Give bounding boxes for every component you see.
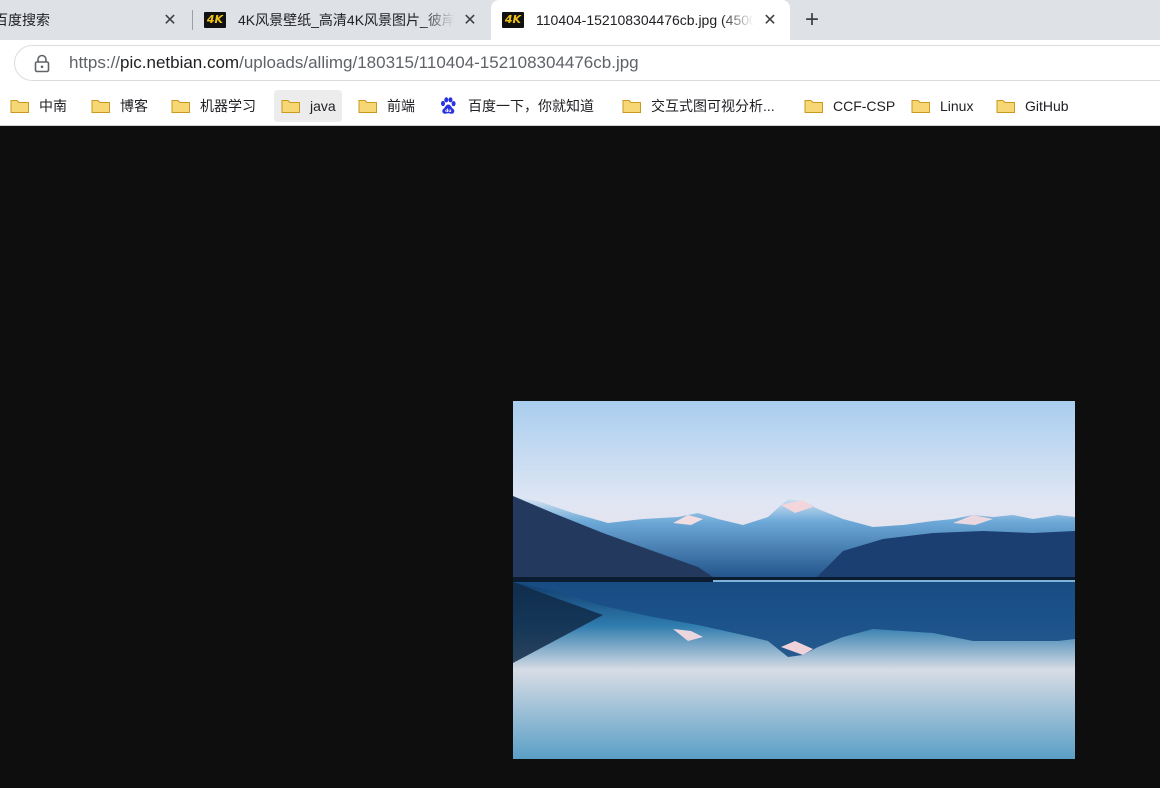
bookmark-label: 中南 — [39, 98, 67, 114]
browser-window: 百度搜索 ✕ 4K 4K风景壁纸_高清4K风景图片_彼岸图网 ✕ 4K 1104… — [0, 0, 1160, 788]
image-viewer-area — [0, 127, 1160, 788]
url-host: pic.netbian.com — [120, 53, 240, 72]
tab-title: 110404-152108304476cb.jpg (4500×2872) — [536, 12, 754, 28]
bookmark-github[interactable]: GitHub — [992, 90, 1073, 122]
toolbar: https://pic.netbian.com/uploads/allimg/1… — [0, 40, 1160, 86]
url-text[interactable]: https://pic.netbian.com/uploads/allimg/1… — [69, 53, 639, 73]
4k-icon: 4K — [502, 12, 524, 28]
tab-strip: 百度搜索 ✕ 4K 4K风景壁纸_高清4K风景图片_彼岸图网 ✕ 4K 1104… — [0, 0, 1160, 40]
folder-icon — [622, 100, 641, 113]
baidu-paw-icon: du — [441, 97, 456, 114]
bookmark-label: 百度一下，你就知道 — [468, 98, 594, 114]
lock-icon[interactable] — [33, 53, 51, 73]
bookmark-baidu[interactable]: du 百度一下，你就知道 — [434, 90, 598, 122]
bookmark-label: CCF-CSP — [833, 98, 896, 114]
bookmark-label: java — [310, 98, 336, 114]
bookmark-zhongnan[interactable]: 中南 — [6, 90, 71, 122]
4k-icon: 4K — [204, 12, 226, 28]
folder-icon — [281, 100, 300, 113]
bookmark-frontend[interactable]: 前端 — [354, 90, 419, 122]
folder-icon — [10, 100, 29, 113]
address-bar[interactable]: https://pic.netbian.com/uploads/allimg/1… — [14, 45, 1160, 81]
bookmark-label: Linux — [940, 98, 974, 114]
bookmark-label: 交互式图可视分析... — [651, 98, 775, 114]
bookmark-ccf-csp[interactable]: CCF-CSP — [800, 90, 899, 122]
bookmark-label: 前端 — [387, 98, 415, 114]
tab-image-active[interactable]: 4K 110404-152108304476cb.jpg (4500×2872)… — [491, 0, 790, 40]
url-scheme: https:// — [69, 53, 121, 72]
folder-icon — [996, 100, 1015, 113]
mountain-lake-photo[interactable] — [513, 401, 1075, 759]
bookmark-linux[interactable]: Linux — [907, 90, 977, 122]
tab-title: 4K风景壁纸_高清4K风景图片_彼岸图网 — [238, 12, 454, 28]
bookmark-java[interactable]: java — [274, 90, 342, 122]
folder-icon — [91, 100, 110, 113]
new-tab-button[interactable]: + — [798, 6, 826, 34]
bookmark-label: 机器学习 — [200, 98, 256, 114]
bookmark-graph-visual-analysis[interactable]: 交互式图可视分析... — [618, 90, 779, 122]
close-icon[interactable]: ✕ — [460, 10, 480, 30]
bookmark-blog[interactable]: 博客 — [87, 90, 152, 122]
folder-icon — [804, 100, 823, 113]
tab-title: 百度搜索 — [0, 12, 50, 28]
folder-icon — [358, 100, 377, 113]
url-path: /uploads/allimg/180315/110404-1521083044… — [239, 53, 639, 72]
bookmarks-bar: 中南 博客 机器学习 java 前端 du 百度一下，你就知道 交互式图可视分析… — [0, 86, 1160, 126]
bookmark-label: GitHub — [1025, 98, 1069, 114]
bookmark-machine-learning[interactable]: 机器学习 — [167, 90, 260, 122]
tab-baidu-search[interactable]: 百度搜索 ✕ — [0, 0, 190, 40]
close-icon[interactable]: ✕ — [760, 10, 780, 30]
folder-icon — [911, 100, 930, 113]
bookmark-label: 博客 — [120, 98, 148, 114]
folder-icon — [171, 100, 190, 113]
svg-text:du: du — [445, 108, 451, 114]
close-icon[interactable]: ✕ — [160, 10, 180, 30]
tab-4k-wallpaper[interactable]: 4K 4K风景壁纸_高清4K风景图片_彼岸图网 ✕ — [193, 0, 490, 40]
